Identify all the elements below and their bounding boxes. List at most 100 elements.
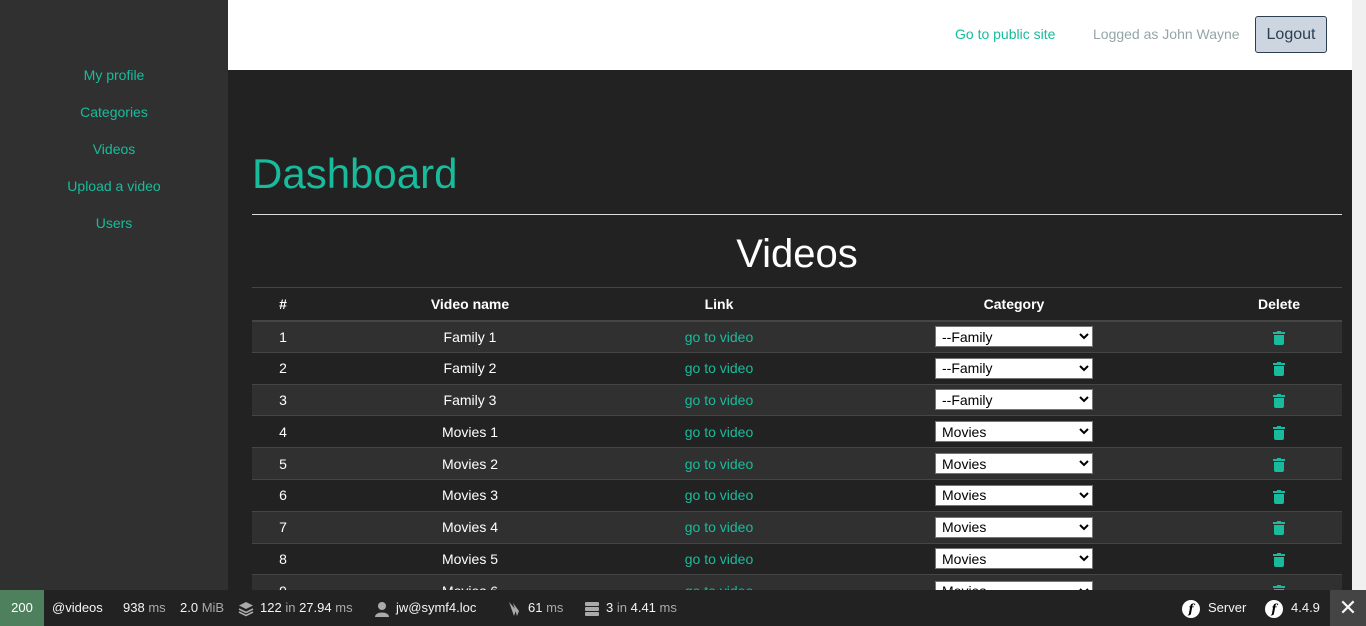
header-link: Link bbox=[704, 295, 734, 312]
row-category-cell: --Family bbox=[812, 321, 1216, 353]
category-select[interactable]: Movies bbox=[935, 453, 1093, 475]
category-select[interactable]: --Family bbox=[935, 326, 1093, 348]
symfony-icon: f bbox=[1182, 599, 1200, 618]
go-to-video-link[interactable]: go to video bbox=[685, 456, 754, 472]
row-number: 7 bbox=[279, 519, 287, 536]
category-select[interactable]: --Family bbox=[935, 389, 1093, 411]
status-code-badge[interactable]: 200 bbox=[0, 590, 44, 626]
go-to-video-link[interactable]: go to video bbox=[685, 583, 754, 590]
go-to-video-link[interactable]: go to video bbox=[685, 329, 754, 345]
user-icon bbox=[375, 601, 389, 617]
category-select[interactable]: Movies bbox=[935, 516, 1093, 538]
public-site-link[interactable]: Go to public site bbox=[955, 26, 1055, 42]
row-delete-cell bbox=[1216, 448, 1342, 480]
cache-icon bbox=[509, 601, 519, 616]
sidebar-item-my-profile[interactable]: My profile bbox=[0, 64, 228, 101]
row-video-name: Movies 6 bbox=[314, 575, 626, 590]
sidebar-item-users[interactable]: Users bbox=[0, 212, 228, 249]
trash-icon[interactable] bbox=[1273, 553, 1285, 568]
row-link-cell: go to video bbox=[626, 543, 812, 575]
top-navbar: Go to public site Logged as John Wayne L… bbox=[228, 0, 1352, 70]
category-select[interactable]: Movies bbox=[935, 548, 1093, 570]
row-video-name: Movies 1 bbox=[441, 423, 499, 440]
header-number: # bbox=[279, 295, 287, 312]
row-link-cell: go to video bbox=[626, 352, 812, 384]
database-item[interactable]: 3 in 4.41 ms bbox=[584, 590, 677, 626]
trash-icon[interactable] bbox=[1273, 330, 1285, 345]
table-row: 1 Family 1 go to video --Family bbox=[252, 320, 1342, 353]
row-video-name: Movies 3 bbox=[441, 487, 499, 504]
symfony-version: 4.4.9 bbox=[1291, 600, 1320, 615]
row-delete-cell bbox=[1216, 479, 1342, 511]
row-number: 1 bbox=[279, 328, 287, 345]
row-video-name: Family 1 bbox=[443, 328, 497, 345]
db-time: 4.41 bbox=[630, 600, 656, 615]
server-item[interactable]: f Server bbox=[1182, 590, 1246, 626]
row-video-name: Movies 4 bbox=[441, 519, 499, 536]
memory-item[interactable]: 2.0 MiB bbox=[180, 590, 224, 626]
time-item[interactable]: 938 ms bbox=[123, 590, 166, 626]
sidebar-item-upload-video[interactable]: Upload a video bbox=[0, 175, 228, 212]
row-delete-cell bbox=[1216, 416, 1342, 448]
symfony-logo-icon: f bbox=[1265, 599, 1283, 618]
category-select[interactable]: --Family bbox=[935, 357, 1093, 379]
go-to-video-link[interactable]: go to video bbox=[685, 519, 754, 535]
go-to-video-link[interactable]: go to video bbox=[685, 487, 754, 503]
trash-icon[interactable] bbox=[1273, 489, 1285, 504]
cache-unit: ms bbox=[546, 600, 564, 615]
twig-item[interactable]: 122 in 27.94 ms bbox=[238, 590, 353, 626]
table-row: 7 Movies 4 go to video Movies bbox=[252, 511, 1342, 544]
category-select[interactable]: Movies bbox=[935, 421, 1093, 443]
header-delete: Delete bbox=[1257, 295, 1301, 312]
row-number: 3 bbox=[279, 391, 287, 408]
memory-unit: MiB bbox=[201, 600, 225, 615]
go-to-video-link[interactable]: go to video bbox=[685, 424, 754, 440]
close-icon[interactable]: ✕ bbox=[1330, 590, 1366, 626]
go-to-video-link[interactable]: go to video bbox=[685, 392, 754, 408]
trash-icon[interactable] bbox=[1273, 394, 1285, 409]
row-delete-cell bbox=[1216, 511, 1342, 543]
row-video-name: Family 2 bbox=[443, 360, 497, 377]
table-row: 3 Family 3 go to video --Family bbox=[252, 384, 1342, 416]
table-row: 8 Movies 5 go to video Movies bbox=[252, 543, 1342, 575]
trash-icon[interactable] bbox=[1273, 521, 1285, 536]
server-label: Server bbox=[1208, 600, 1247, 615]
version-item[interactable]: f 4.4.9 bbox=[1265, 590, 1320, 626]
trash-icon[interactable] bbox=[1273, 457, 1285, 472]
row-category-cell: Movies bbox=[812, 575, 1216, 590]
table-header-row: # Video name Link Category Delete bbox=[252, 287, 1342, 321]
logout-button[interactable]: Logout bbox=[1255, 16, 1327, 53]
row-number: 8 bbox=[279, 550, 287, 567]
page-title: Dashboard bbox=[252, 150, 458, 197]
category-select[interactable]: Movies bbox=[935, 580, 1093, 590]
go-to-video-link[interactable]: go to video bbox=[685, 360, 754, 376]
route-item[interactable]: @videos bbox=[52, 590, 103, 626]
sidebar-item-categories[interactable]: Categories bbox=[0, 101, 228, 138]
section-title: Videos bbox=[736, 232, 858, 276]
trash-icon[interactable] bbox=[1273, 425, 1285, 440]
twig-unit: ms bbox=[335, 600, 353, 615]
row-video-name: Family 3 bbox=[443, 391, 497, 408]
row-category-cell: Movies bbox=[812, 416, 1216, 448]
twig-count: 122 bbox=[260, 600, 282, 615]
category-select[interactable]: Movies bbox=[935, 484, 1093, 506]
user-item[interactable]: jw@symf4.loc bbox=[374, 590, 476, 626]
sidebar-item-videos[interactable]: Videos bbox=[0, 138, 228, 175]
debug-toolbar: 200 @videos 938 ms 2.0 MiB 122 in 27.94 … bbox=[0, 590, 1366, 626]
time-unit: ms bbox=[148, 600, 166, 615]
page-scrollbar[interactable] bbox=[1352, 0, 1366, 590]
row-video-name: Movies 5 bbox=[441, 550, 499, 567]
twig-in: in bbox=[285, 600, 296, 615]
row-delete-cell bbox=[1216, 352, 1342, 384]
memory-value: 2.0 bbox=[180, 600, 199, 615]
trash-icon[interactable] bbox=[1273, 362, 1285, 377]
row-link-cell: go to video bbox=[626, 384, 812, 416]
header-category: Category bbox=[983, 295, 1045, 312]
cache-item[interactable]: 61 ms bbox=[506, 590, 563, 626]
row-category-cell: Movies bbox=[812, 511, 1216, 543]
go-to-video-link[interactable]: go to video bbox=[685, 551, 754, 567]
row-category-cell: --Family bbox=[812, 352, 1216, 384]
videos-table: # Video name Link Category Delete 1 Famil… bbox=[252, 287, 1342, 590]
row-link-cell: go to video bbox=[626, 575, 812, 590]
route-name: @videos bbox=[52, 600, 103, 615]
